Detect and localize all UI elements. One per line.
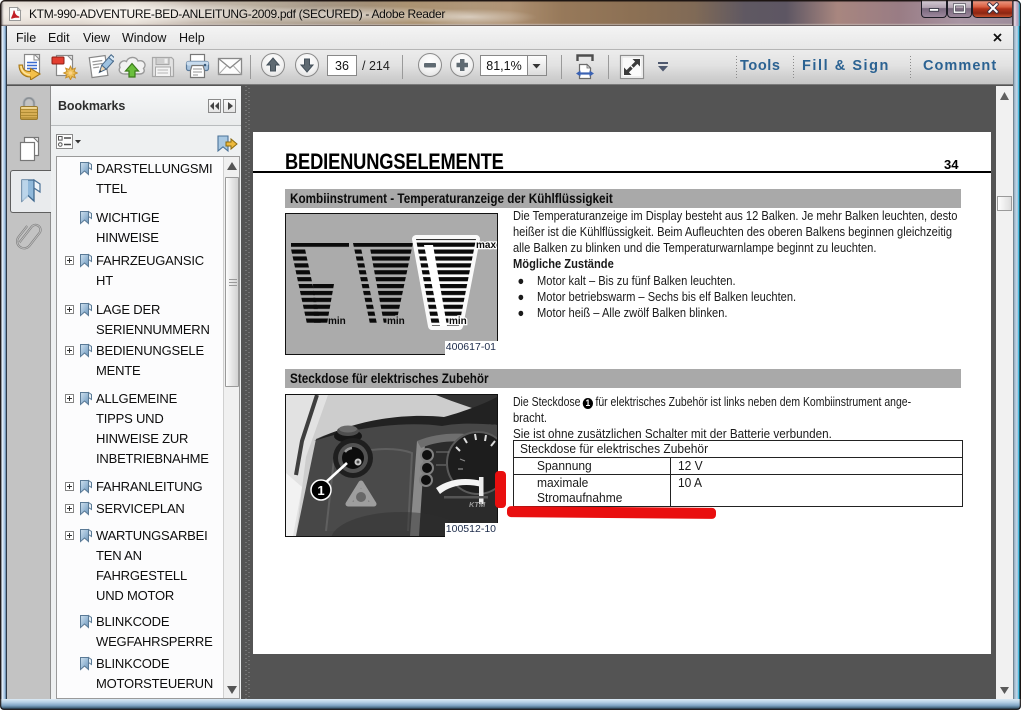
svg-text:max: max	[476, 240, 496, 251]
svg-text:1: 1	[317, 483, 324, 498]
svg-text:KTM: KTM	[469, 500, 486, 509]
svg-text:min: min	[449, 316, 467, 327]
svg-text:min: min	[387, 316, 405, 327]
svg-text:min: min	[328, 316, 346, 327]
